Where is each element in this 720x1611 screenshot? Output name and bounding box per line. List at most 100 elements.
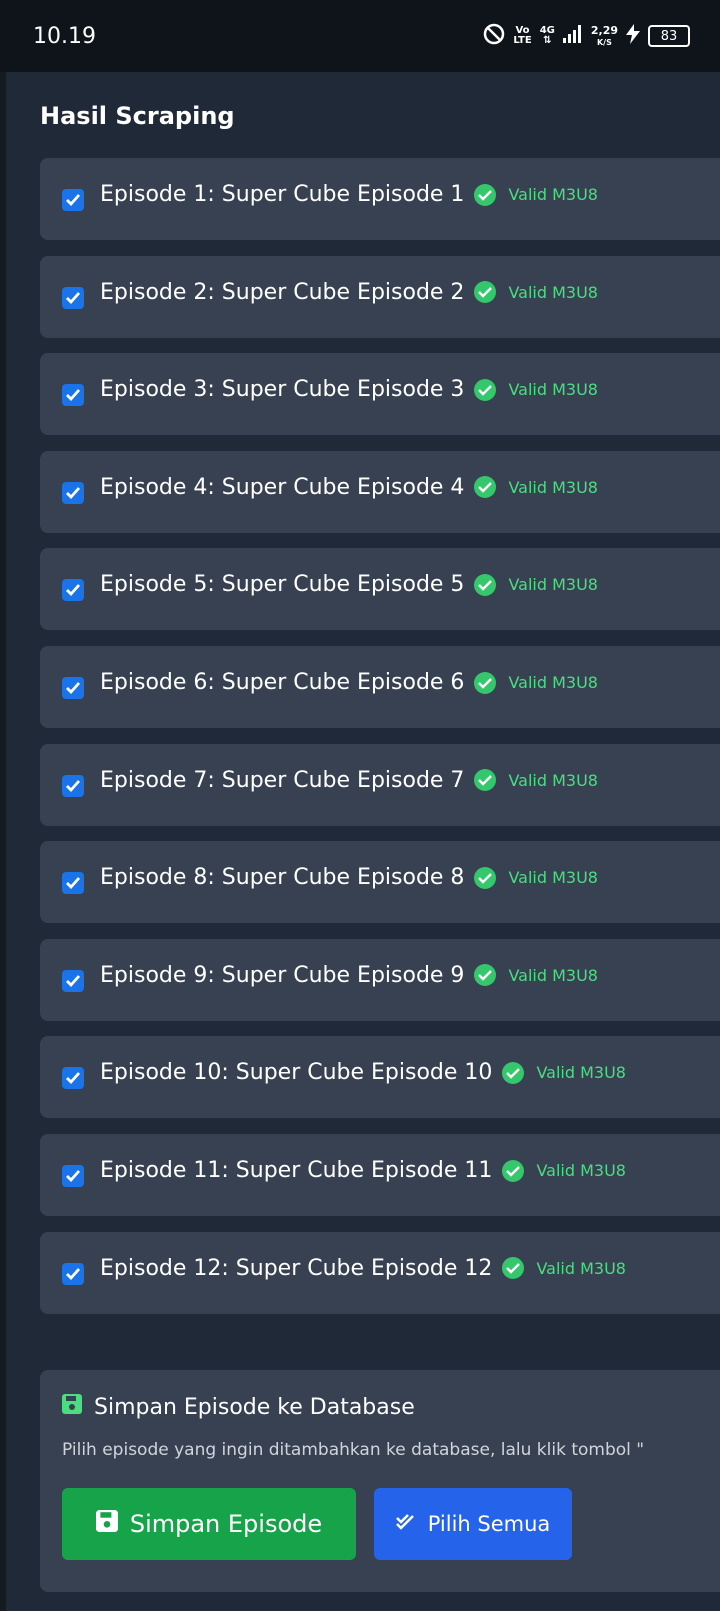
- episode-card[interactable]: Episode 2: Super Cube Episode 2 Valid M3U…: [40, 255, 720, 338]
- episode-row: Episode 6: Super Cube Episode 6 Valid M3U…: [100, 670, 598, 695]
- episode-checkbox[interactable]: [62, 969, 84, 992]
- episode-label: Episode 8: Super Cube Episode 8: [100, 865, 465, 891]
- episode-label: Episode 2: Super Cube Episode 2: [100, 279, 465, 305]
- valid-badge: Valid M3U8: [474, 573, 598, 596]
- episode-label: Episode 9: Super Cube Episode 9: [100, 962, 465, 988]
- save-episodes-button[interactable]: Simpan Episode: [62, 1488, 356, 1560]
- battery-indicator: 83: [648, 25, 690, 47]
- episode-checkbox[interactable]: [62, 872, 84, 895]
- status-bar: 10.19 Vo LTE 4G ⇅ 2,29 K/S 83: [0, 0, 720, 72]
- episode-checkbox[interactable]: [62, 774, 84, 797]
- check-circle-icon: [474, 866, 497, 889]
- episode-row: Episode 7: Super Cube Episode 7 Valid M3U…: [100, 768, 598, 793]
- floppy-disk-icon: [95, 1510, 118, 1538]
- check-circle-icon: [474, 573, 497, 596]
- valid-status-text: Valid M3U8: [536, 1063, 626, 1083]
- valid-badge: Valid M3U8: [502, 1061, 626, 1084]
- check-circle-icon: [474, 476, 497, 499]
- valid-status-text: Valid M3U8: [508, 477, 598, 497]
- episode-label: Episode 1: Super Cube Episode 1: [100, 182, 465, 207]
- episode-card[interactable]: Episode 8: Super Cube Episode 8 Valid M3U…: [40, 841, 720, 924]
- status-time: 10.19: [33, 24, 96, 49]
- scraping-results-panel: Hasil Scraping Episode 1: Super Cube Epi…: [6, 72, 720, 1611]
- episode-label: Episode 5: Super Cube Episode 5: [100, 572, 465, 598]
- episode-row: Episode 3: Super Cube Episode 3 Valid M3U…: [100, 377, 598, 402]
- speed-value: 2,29: [590, 23, 618, 37]
- episode-label: Episode 3: Super Cube Episode 3: [100, 377, 465, 403]
- episode-checkbox[interactable]: [62, 1067, 84, 1090]
- valid-badge: Valid M3U8: [474, 769, 598, 792]
- signal-icon: [562, 25, 583, 47]
- check-circle-icon: [502, 1159, 525, 1182]
- check-circle-icon: [474, 281, 497, 304]
- episode-label: Episode 12: Super Cube Episode 12: [100, 1255, 493, 1281]
- double-check-icon: [395, 1512, 416, 1536]
- episode-label: Episode 11: Super Cube Episode 11: [100, 1158, 493, 1183]
- valid-status-text: Valid M3U8: [508, 185, 598, 204]
- episode-row: Episode 4: Super Cube Episode 4 Valid M3U…: [100, 475, 598, 500]
- valid-badge: Valid M3U8: [474, 183, 598, 206]
- episode-checkbox[interactable]: [62, 677, 84, 699]
- episode-card[interactable]: Episode 12: Super Cube Episode 12 Valid M…: [40, 1231, 720, 1314]
- panel-title: Hasil Scraping: [40, 102, 235, 130]
- network-speed: 2,29 K/S: [591, 25, 618, 48]
- episode-checkbox[interactable]: [62, 189, 84, 211]
- episode-row: Episode 1: Super Cube Episode 1 Valid M3U…: [100, 182, 598, 207]
- data-arrows-icon: ⇅: [543, 35, 552, 46]
- status-icons: Vo LTE 4G ⇅ 2,29 K/S 83: [483, 22, 690, 50]
- episode-row: Episode 5: Super Cube Episode 5 Valid M3U…: [100, 572, 598, 597]
- valid-status-text: Valid M3U8: [508, 770, 598, 790]
- valid-badge: Valid M3U8: [474, 671, 598, 694]
- episode-label: Episode 6: Super Cube Episode 6: [100, 670, 465, 695]
- save-button-label: Simpan Episode: [129, 1510, 323, 1538]
- episode-card[interactable]: Episode 6: Super Cube Episode 6 Valid M3U…: [40, 646, 720, 728]
- episode-card[interactable]: Episode 3: Super Cube Episode 3 Valid M3U…: [40, 353, 720, 436]
- episode-row: Episode 2: Super Cube Episode 2 Valid M3U…: [100, 280, 598, 305]
- select-all-label: Pilih Semua: [427, 1512, 551, 1536]
- save-section-heading: Simpan Episode ke Database: [62, 1394, 415, 1420]
- speed-unit: K/S: [596, 37, 612, 47]
- check-circle-icon: [474, 769, 497, 792]
- episode-card[interactable]: Episode 1: Super Cube Episode 1 Valid M3U…: [40, 158, 720, 240]
- episode-checkbox[interactable]: [62, 1165, 84, 1187]
- episode-card[interactable]: Episode 11: Super Cube Episode 11 Valid M…: [40, 1134, 720, 1216]
- valid-status-text: Valid M3U8: [508, 673, 598, 692]
- episode-checkbox[interactable]: [62, 384, 84, 407]
- select-all-button[interactable]: Pilih Semua: [374, 1488, 572, 1560]
- charging-icon: [626, 24, 640, 48]
- valid-status-text: Valid M3U8: [508, 282, 598, 302]
- valid-status-text: Valid M3U8: [508, 575, 598, 595]
- save-heading-text: Simpan Episode ke Database: [94, 1394, 415, 1420]
- episode-checkbox[interactable]: [62, 579, 84, 602]
- save-description: Pilih episode yang ingin ditambahkan ke …: [62, 1440, 645, 1460]
- episode-card[interactable]: Episode 7: Super Cube Episode 7 Valid M3U…: [40, 743, 720, 826]
- valid-status-text: Valid M3U8: [508, 965, 598, 985]
- episode-card[interactable]: Episode 9: Super Cube Episode 9 Valid M3U…: [40, 938, 720, 1021]
- episode-row: Episode 10: Super Cube Episode 10 Valid M…: [100, 1060, 626, 1085]
- episode-checkbox[interactable]: [62, 481, 84, 504]
- check-circle-icon: [474, 378, 497, 401]
- episode-card[interactable]: Episode 4: Super Cube Episode 4 Valid M3U…: [40, 450, 720, 533]
- episode-label: Episode 4: Super Cube Episode 4: [100, 474, 465, 500]
- valid-status-text: Valid M3U8: [508, 380, 598, 400]
- episode-checkbox[interactable]: [62, 286, 84, 309]
- valid-status-text: Valid M3U8: [508, 868, 598, 888]
- do-not-disturb-icon: [483, 23, 505, 49]
- valid-badge: Valid M3U8: [474, 378, 598, 401]
- check-circle-icon: [474, 183, 497, 206]
- episode-card[interactable]: Episode 5: Super Cube Episode 5 Valid M3U…: [40, 548, 720, 631]
- valid-badge: Valid M3U8: [474, 281, 598, 304]
- episode-row: Episode 9: Super Cube Episode 9 Valid M3U…: [100, 963, 598, 988]
- episode-row: Episode 8: Super Cube Episode 8 Valid M3U…: [100, 865, 598, 890]
- volte-indicator: Vo LTE: [513, 26, 531, 46]
- valid-badge: Valid M3U8: [502, 1159, 626, 1182]
- check-circle-icon: [474, 964, 497, 987]
- episode-row: Episode 12: Super Cube Episode 12 Valid M…: [100, 1256, 626, 1281]
- episode-card[interactable]: Episode 10: Super Cube Episode 10 Valid M…: [40, 1036, 720, 1119]
- check-circle-icon: [502, 1257, 525, 1280]
- episode-checkbox[interactable]: [62, 1262, 84, 1285]
- save-section: Simpan Episode ke Database Pilih episode…: [40, 1370, 720, 1592]
- check-circle-icon: [474, 671, 497, 694]
- valid-status-text: Valid M3U8: [536, 1258, 626, 1278]
- episode-label: Episode 7: Super Cube Episode 7: [100, 767, 465, 793]
